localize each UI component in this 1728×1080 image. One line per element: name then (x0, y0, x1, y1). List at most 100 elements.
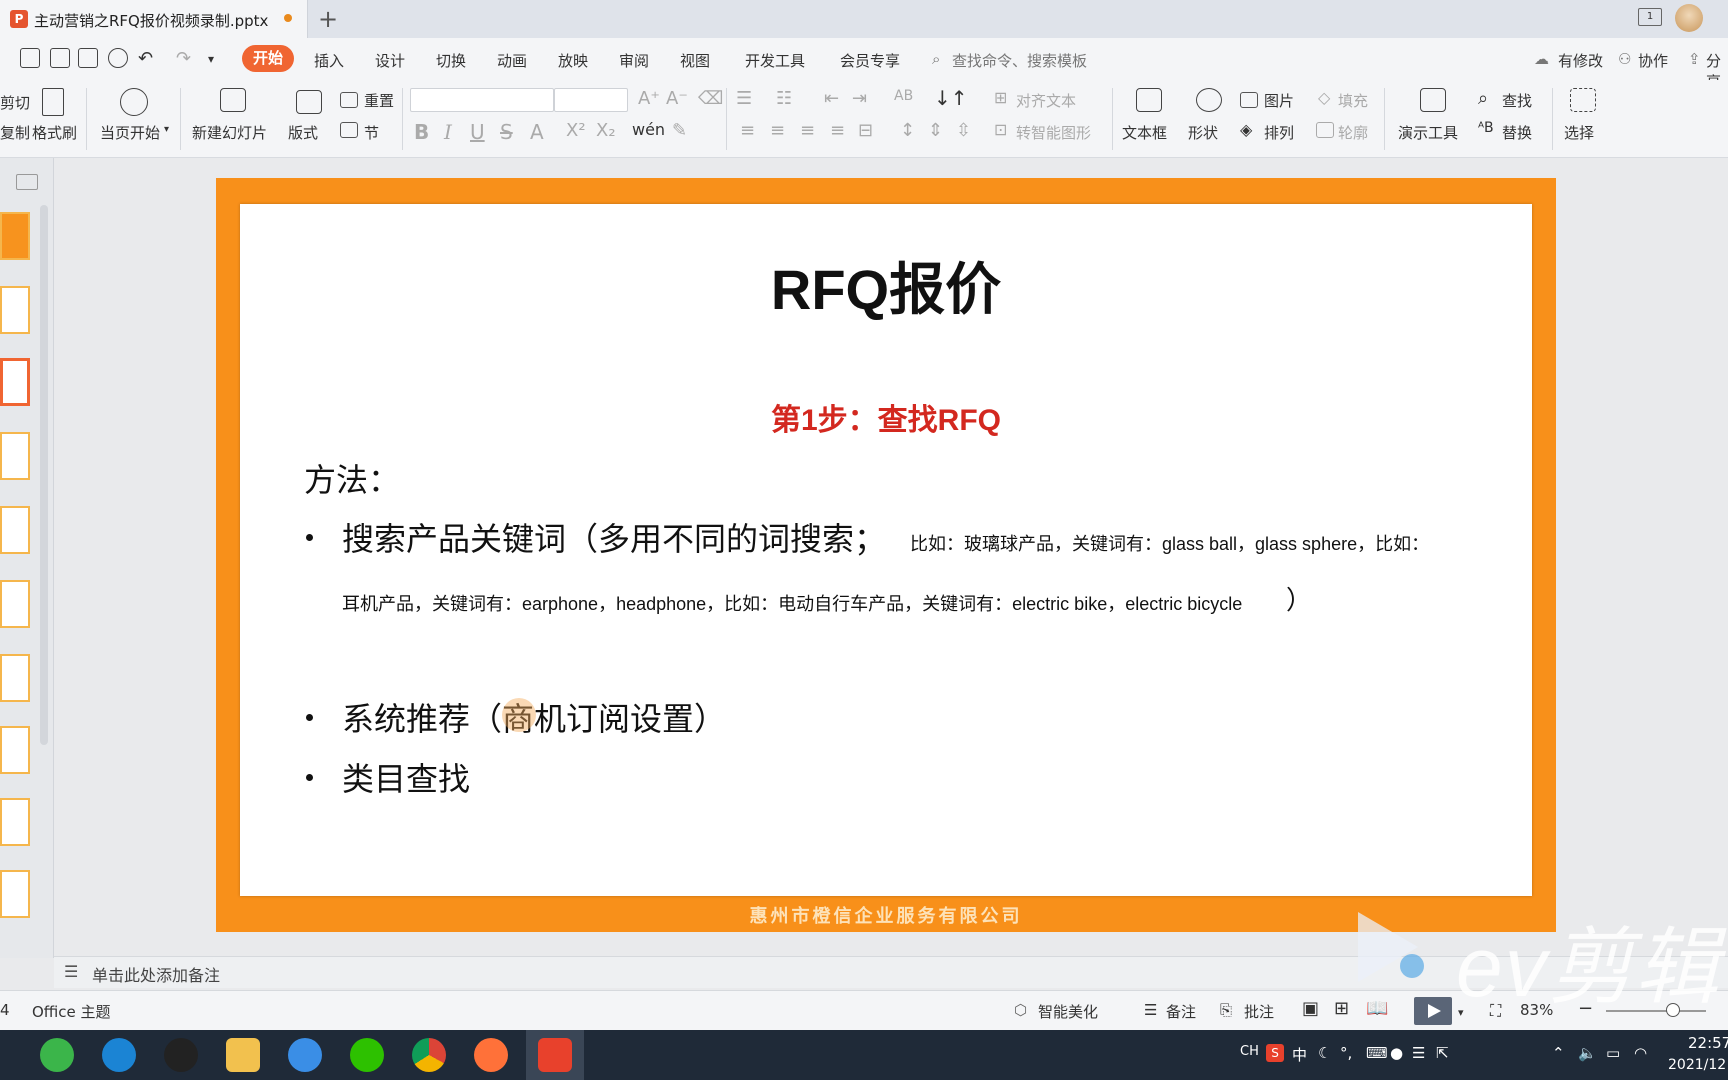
window-switch-icon[interactable]: 1 (1638, 8, 1662, 26)
bullet-search-example-line2[interactable]: 耳机产品，关键词有：earphone，headphone，比如：电动自行车产品，… (342, 590, 1242, 616)
tab-insert[interactable]: 插入 (314, 50, 344, 71)
moon-icon[interactable]: ☾ (1318, 1044, 1331, 1062)
clock-date[interactable]: 2021/12 (1668, 1057, 1726, 1073)
layout-button[interactable]: 版式 (288, 122, 318, 143)
slide-thumbnail[interactable] (0, 286, 30, 334)
presentation-tools-button[interactable]: 演示工具 (1398, 122, 1458, 143)
superscript-icon[interactable]: X² (566, 120, 586, 141)
replace-button[interactable]: 替换 (1502, 122, 1532, 143)
thumbnail-scrollbar[interactable] (40, 205, 48, 745)
bold-icon[interactable]: B (414, 120, 429, 144)
wechat-icon[interactable] (350, 1038, 384, 1072)
convert-smartart-button[interactable]: 转智能图形 (1016, 122, 1091, 143)
play-from-current-button[interactable]: 当页开始 (100, 122, 160, 143)
strikethrough-icon[interactable]: S (500, 120, 513, 144)
tab-member[interactable]: 会员专享 (840, 50, 900, 71)
justify-icon[interactable]: ≡ (830, 120, 845, 141)
edge-browser-icon[interactable] (102, 1038, 136, 1072)
underline-icon[interactable]: U (470, 120, 485, 144)
reset-button[interactable]: 重置 (364, 90, 394, 111)
align-center-icon[interactable]: ≡ (770, 120, 785, 141)
modified-status[interactable]: 有修改 (1558, 50, 1603, 71)
file-explorer-icon[interactable] (226, 1038, 260, 1072)
fill-button[interactable]: 填充 (1338, 90, 1368, 111)
user-icon[interactable]: ● (1390, 1044, 1403, 1062)
new-tab-button[interactable]: + (318, 5, 338, 33)
method-label[interactable]: 方法： (304, 455, 400, 501)
slide-title[interactable]: RFQ报价 (240, 245, 1532, 326)
chevron-down-icon[interactable]: ▾ (164, 124, 169, 135)
undo-icon[interactable]: ↶ (138, 48, 158, 69)
battery-icon[interactable]: ▭ (1606, 1044, 1620, 1062)
customize-toolbar-icon[interactable]: ▾ (208, 52, 228, 72)
bullet-search-example-line1[interactable]: 比如：玻璃球产品，关键词有：glass ball，glass sphere，比如… (910, 530, 1429, 556)
align-right-icon[interactable]: ≡ (800, 120, 815, 141)
normal-view-icon[interactable]: ▣ (1302, 998, 1319, 1019)
slide-sorter-icon[interactable]: ⊞ (1334, 998, 1349, 1019)
text-direction-icon[interactable]: AB (894, 88, 913, 104)
redo-icon[interactable]: ↷ (176, 48, 196, 69)
increase-indent-icon[interactable]: ⇥ (852, 88, 867, 109)
font-family-select[interactable] (410, 88, 554, 112)
decrease-indent-icon[interactable]: ⇤ (824, 88, 839, 109)
bullets-icon[interactable]: ☰ (736, 88, 752, 109)
browser-360-icon[interactable] (40, 1038, 74, 1072)
section-button[interactable]: 节 (364, 122, 379, 143)
input-mode-chinese[interactable]: 中 (1292, 1044, 1307, 1065)
slide-thumbnail[interactable] (0, 654, 30, 702)
punctuation-icon[interactable]: °, (1340, 1044, 1352, 1062)
tab-start[interactable]: 开始 (242, 45, 294, 72)
print-preview-icon[interactable] (108, 48, 128, 68)
format-painter-button[interactable]: 格式刷 (32, 122, 77, 143)
italic-icon[interactable]: I (444, 120, 452, 144)
command-search-input[interactable]: 查找命令、搜索模板 (952, 50, 1087, 71)
firefox-icon[interactable] (474, 1038, 508, 1072)
distribute-icon[interactable]: ⊟ (858, 120, 873, 141)
textbox-button[interactable]: 文本框 (1122, 122, 1167, 143)
notes-placeholder[interactable]: 单击此处添加备注 (92, 962, 220, 986)
slide-step-heading[interactable]: 第1步：查找RFQ (240, 395, 1532, 439)
clock-time[interactable]: 22:57 (1688, 1034, 1728, 1052)
export-pdf-icon[interactable] (50, 48, 70, 68)
copy-button[interactable]: 复制 (0, 122, 30, 143)
phonetic-icon[interactable]: wén (632, 120, 665, 139)
collaborate-button[interactable]: 协作 (1638, 50, 1668, 71)
cut-button[interactable]: 剪切 (0, 92, 30, 113)
document-tab[interactable]: P 主动营销之RFQ报价视频录制.pptx (0, 0, 308, 38)
slide-thumbnail[interactable] (0, 212, 30, 260)
slide-thumbnail-active[interactable] (0, 358, 30, 406)
shape-button[interactable]: 形状 (1188, 122, 1218, 143)
find-button[interactable]: 查找 (1502, 90, 1532, 111)
align-text-button[interactable]: 对齐文本 (1016, 90, 1076, 111)
slide-thumbnail[interactable] (0, 506, 30, 554)
keyboard-icon[interactable]: ⌨ (1366, 1044, 1388, 1062)
feishu-icon[interactable] (288, 1038, 322, 1072)
new-slide-button[interactable]: 新建幻灯片 (192, 122, 267, 143)
column-spacing-icon[interactable]: ⇳ (956, 120, 971, 141)
tab-developer[interactable]: 开发工具 (745, 50, 805, 71)
slide-thumbnail[interactable] (0, 432, 30, 480)
slide-thumbnail[interactable] (0, 580, 30, 628)
clear-format-icon[interactable]: ⌫ (698, 88, 723, 109)
highlight-icon[interactable]: ✎ (672, 120, 687, 141)
bullet-category-search[interactable]: 类目查找 (342, 754, 470, 800)
font-color-icon[interactable]: A (530, 120, 544, 144)
smart-beautify-button[interactable]: 智能美化 (1038, 1001, 1098, 1022)
tab-design[interactable]: 设计 (375, 50, 405, 71)
slide-thumbnail[interactable] (0, 798, 30, 846)
volume-icon[interactable]: 🔈 (1578, 1044, 1597, 1062)
outline-view-icon[interactable] (16, 174, 38, 190)
tab-transition[interactable]: 切换 (436, 50, 466, 71)
slide-thumbnail[interactable] (0, 870, 30, 918)
qq-icon[interactable] (164, 1038, 198, 1072)
wps-office-icon[interactable] (538, 1038, 572, 1072)
user-avatar[interactable] (1675, 4, 1703, 32)
select-button[interactable]: 选择 (1564, 122, 1594, 143)
comments-button[interactable]: 批注 (1244, 1001, 1274, 1022)
wifi-icon[interactable]: ◠ (1634, 1044, 1647, 1062)
line-spacing-icon[interactable]: ↕ (900, 120, 915, 141)
print-icon[interactable] (78, 48, 98, 68)
menu-icon[interactable]: ☰ (1412, 1044, 1425, 1062)
numbering-icon[interactable]: ☷ (776, 88, 792, 109)
font-size-select[interactable] (554, 88, 628, 112)
